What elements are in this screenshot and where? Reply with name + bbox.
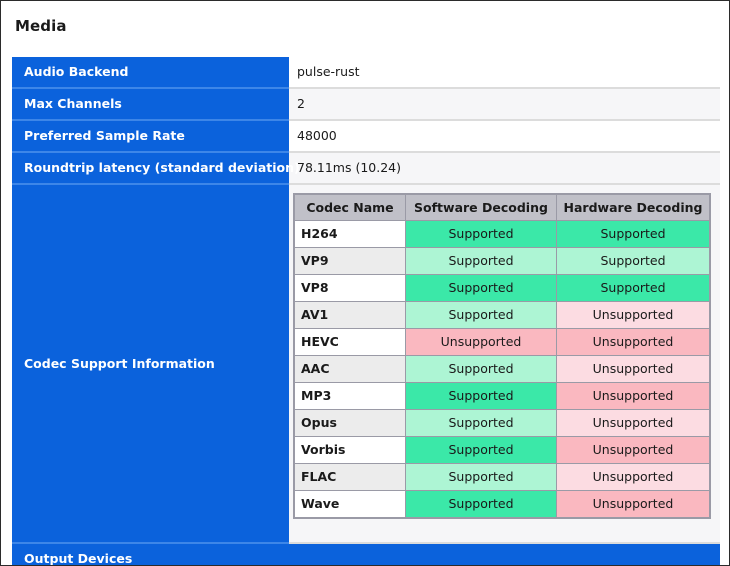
codec-support-table: Codec Name Software Decoding Hardware De… [293,193,711,519]
table-row-output-devices: Output Devices [12,543,720,565]
table-row: Wave Supported Unsupported [295,491,709,517]
codec-software-h264: Supported [406,221,556,247]
codec-hardware-flac: Unsupported [557,464,709,490]
property-label-codec-support: Codec Support Information [12,184,289,544]
codec-table-container: Codec Name Software Decoding Hardware De… [289,184,720,544]
media-info-window: Media Audio Backend pulse-rust Max Chann… [0,0,730,566]
column-header-software-decoding: Software Decoding [406,195,556,220]
codec-hardware-vp9: Supported [557,248,709,274]
table-row: AV1 Supported Unsupported [295,302,709,328]
media-properties-table: Audio Backend pulse-rust Max Channels 2 … [12,57,720,565]
codec-name-av1: AV1 [295,302,405,328]
property-label-preferred-sample-rate: Preferred Sample Rate [12,120,289,153]
codec-name-opus: Opus [295,410,405,436]
table-row: HEVC Unsupported Unsupported [295,329,709,355]
codec-software-vp8: Supported [406,275,556,301]
codec-hardware-vp8: Supported [557,275,709,301]
table-row: VP9 Supported Supported [295,248,709,274]
page-title: Media [15,17,67,35]
codec-hardware-vorbis: Unsupported [557,437,709,463]
codec-hardware-wave: Unsupported [557,491,709,517]
codec-software-mp3: Supported [406,383,556,409]
codec-table-header-row: Codec Name Software Decoding Hardware De… [295,195,709,220]
property-value-preferred-sample-rate: 48000 [289,120,720,153]
codec-hardware-h264: Supported [557,221,709,247]
column-header-codec-name: Codec Name [295,195,405,220]
table-row: Max Channels 2 [12,88,720,121]
table-row: Opus Supported Unsupported [295,410,709,436]
table-row: FLAC Supported Unsupported [295,464,709,490]
codec-software-hevc: Unsupported [406,329,556,355]
codec-software-av1: Supported [406,302,556,328]
table-row: AAC Supported Unsupported [295,356,709,382]
codec-name-vp9: VP9 [295,248,405,274]
codec-software-wave: Supported [406,491,556,517]
codec-name-flac: FLAC [295,464,405,490]
property-label-audio-backend: Audio Backend [12,57,289,89]
property-value-roundtrip-latency: 78.11ms (10.24) [289,152,720,185]
property-value-audio-backend: pulse-rust [289,57,720,89]
codec-software-aac: Supported [406,356,556,382]
codec-software-vp9: Supported [406,248,556,274]
codec-name-vp8: VP8 [295,275,405,301]
codec-name-wave: Wave [295,491,405,517]
table-row: Vorbis Supported Unsupported [295,437,709,463]
table-row-codec-support: Codec Support Information Codec Name Sof… [12,184,720,544]
property-label-max-channels: Max Channels [12,88,289,121]
codec-name-aac: AAC [295,356,405,382]
codec-name-h264: H264 [295,221,405,247]
codec-hardware-av1: Unsupported [557,302,709,328]
property-value-max-channels: 2 [289,88,720,121]
table-row: Audio Backend pulse-rust [12,57,720,89]
property-label-roundtrip-latency: Roundtrip latency (standard deviation) [12,152,300,185]
codec-name-vorbis: Vorbis [295,437,405,463]
table-row: Preferred Sample Rate 48000 [12,120,720,153]
section-header-output-devices: Output Devices [12,543,720,565]
table-row: Roundtrip latency (standard deviation) 7… [12,152,720,185]
codec-hardware-mp3: Unsupported [557,383,709,409]
table-row: MP3 Supported Unsupported [295,383,709,409]
codec-name-hevc: HEVC [295,329,405,355]
codec-software-opus: Supported [406,410,556,436]
column-header-hardware-decoding: Hardware Decoding [557,195,709,220]
codec-software-vorbis: Supported [406,437,556,463]
codec-hardware-opus: Unsupported [557,410,709,436]
codec-hardware-aac: Unsupported [557,356,709,382]
codec-hardware-hevc: Unsupported [557,329,709,355]
codec-name-mp3: MP3 [295,383,405,409]
codec-software-flac: Supported [406,464,556,490]
table-row: VP8 Supported Supported [295,275,709,301]
table-row: H264 Supported Supported [295,221,709,247]
